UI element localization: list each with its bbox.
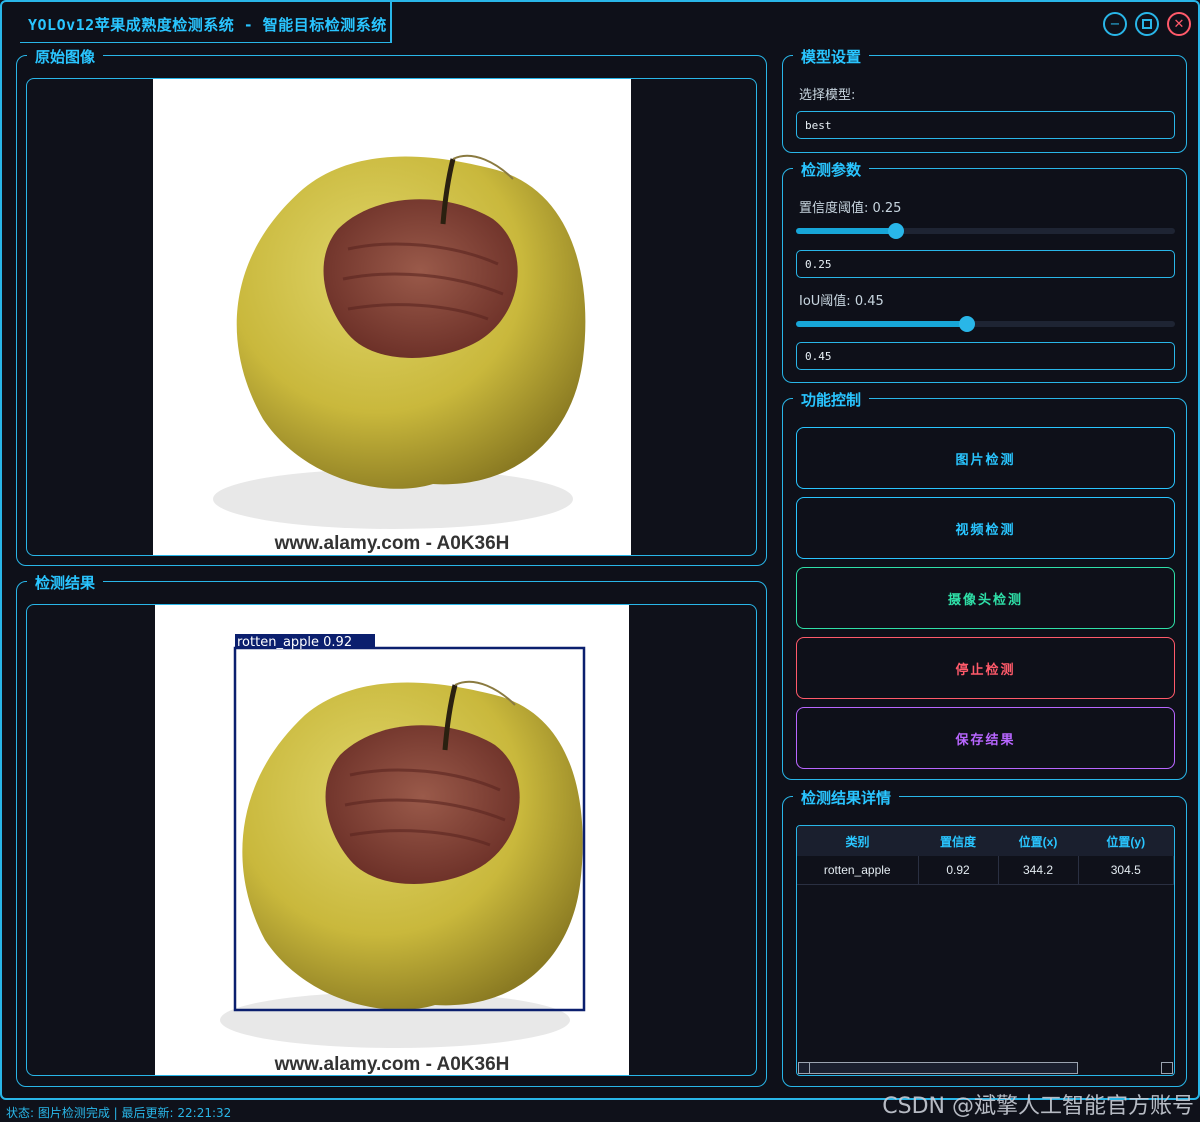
original-image-panel: 原始图像 www.alamy.com - A0K36H <box>16 46 767 566</box>
detection-label: rotten_apple 0.92 <box>237 635 352 650</box>
scroll-right-icon[interactable] <box>1161 1062 1173 1074</box>
select-model-label: 选择模型: <box>799 88 856 103</box>
cell-y: 304.5 <box>1078 856 1174 885</box>
maximize-icon[interactable] <box>1135 12 1159 36</box>
save-result-button[interactable]: 保存结果 <box>796 707 1175 769</box>
cell-class: rotten_apple <box>797 856 919 885</box>
horizontal-scrollbar[interactable] <box>798 1062 1078 1074</box>
original-image: www.alamy.com - A0K36H <box>153 79 631 555</box>
iou-slider[interactable] <box>796 316 1175 332</box>
iou-label: IoU阈值: 0.45 <box>799 294 884 309</box>
column-header-x[interactable]: 位置(x) <box>998 826 1078 856</box>
function-control-title: 功能控制 <box>793 389 870 410</box>
csdn-watermark: CSDN @斌擎人工智能官方账号 <box>882 1094 1194 1119</box>
iou-input[interactable]: 0.45 <box>796 342 1175 370</box>
confidence-label: 置信度阈值: 0.25 <box>799 201 902 216</box>
result-image: rotten_apple 0.92 www.alamy.com - A0K36H <box>155 605 629 1075</box>
detection-result-panel: 检测结果 rotten_apple 0.92 www.alamy.com - A… <box>16 572 767 1087</box>
confidence-input[interactable]: 0.25 <box>796 250 1175 278</box>
model-settings-panel: 模型设置 选择模型: best <box>782 46 1187 153</box>
table-header-row: 类别 置信度 位置(x) 位置(y) <box>797 826 1174 856</box>
column-header-confidence[interactable]: 置信度 <box>918 826 998 856</box>
title-bar: YOLOv12苹果成熟度检测系统 - 智能目标检测系统 − ✕ <box>2 2 1198 44</box>
confidence-slider-fill <box>796 228 897 234</box>
minimize-icon[interactable]: − <box>1103 12 1127 36</box>
model-select[interactable]: best <box>796 111 1175 139</box>
video-detect-button[interactable]: 视频检测 <box>796 497 1175 559</box>
confidence-slider-handle[interactable] <box>888 223 905 239</box>
status-bar: 状态: 图片检测完成 | 最后更新: 22:21:32 <box>6 1106 232 1120</box>
title-divider <box>390 2 392 43</box>
model-settings-title: 模型设置 <box>793 46 870 67</box>
title-underline <box>20 42 392 43</box>
original-image-frame: www.alamy.com - A0K36H <box>26 78 757 556</box>
function-control-panel: 功能控制 图片检测 视频检测 摄像头检测 停止检测 保存结果 <box>782 389 1187 780</box>
apple-result-image: rotten_apple 0.92 www.alamy.com - A0K36H <box>220 634 586 1075</box>
column-header-class[interactable]: 类别 <box>797 826 918 856</box>
stop-detect-button[interactable]: 停止检测 <box>796 637 1175 699</box>
cell-x: 344.2 <box>998 856 1079 885</box>
close-icon[interactable]: ✕ <box>1167 12 1191 36</box>
iou-slider-fill <box>796 321 967 327</box>
result-watermark: www.alamy.com - A0K36H <box>274 1054 510 1075</box>
detection-result-title: 检测结果 <box>27 572 104 593</box>
column-header-y[interactable]: 位置(y) <box>1078 826 1174 856</box>
iou-slider-handle[interactable] <box>958 316 975 332</box>
window-title: YOLOv12苹果成熟度检测系统 - 智能目标检测系统 <box>28 16 387 34</box>
results-table: 类别 置信度 位置(x) 位置(y) rotten_apple 0.92 344… <box>796 825 1175 1076</box>
detection-params-panel: 检测参数 置信度阈值: 0.25 0.25 IoU阈值: 0.45 0.45 <box>782 159 1187 383</box>
cell-confidence: 0.92 <box>918 856 999 885</box>
original-watermark: www.alamy.com - A0K36H <box>274 533 510 554</box>
scroll-left-icon[interactable] <box>798 1062 810 1074</box>
original-image-title: 原始图像 <box>27 46 104 67</box>
app-window: YOLOv12苹果成熟度检测系统 - 智能目标检测系统 − ✕ 原始图像 www… <box>0 0 1200 1100</box>
results-detail-title: 检测结果详情 <box>793 787 900 808</box>
camera-detect-button[interactable]: 摄像头检测 <box>796 567 1175 629</box>
table-row[interactable]: rotten_apple 0.92 344.2 304.5 <box>797 856 1174 885</box>
apple-image: www.alamy.com - A0K36H <box>213 154 586 554</box>
image-detect-button[interactable]: 图片检测 <box>796 427 1175 489</box>
result-image-frame: rotten_apple 0.92 www.alamy.com - A0K36H <box>26 604 757 1076</box>
confidence-slider[interactable] <box>796 223 1175 239</box>
detection-params-title: 检测参数 <box>793 159 870 180</box>
results-detail-panel: 检测结果详情 类别 置信度 位置(x) 位置(y) rotten_apple 0… <box>782 787 1187 1087</box>
